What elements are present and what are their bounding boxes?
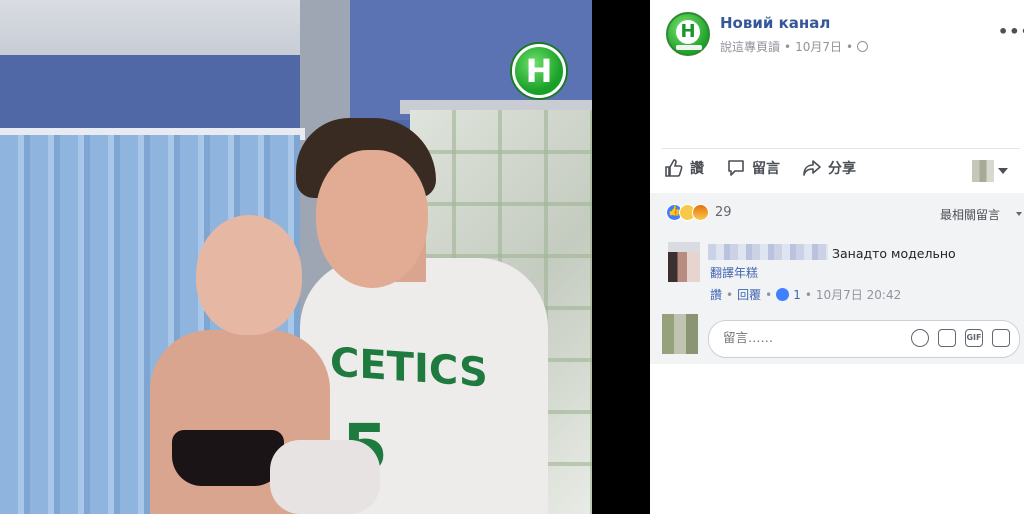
viewer-gap	[592, 0, 650, 514]
translate-link[interactable]: 翻譯年糕	[710, 264, 758, 281]
post-date[interactable]: 10月7日	[795, 38, 842, 55]
comment-input[interactable]	[723, 330, 903, 345]
comment-button[interactable]: 留言	[726, 158, 780, 178]
comment-like-count[interactable]: 1	[793, 288, 801, 302]
composer-icons: GIF	[911, 329, 1010, 347]
commenter-name-blurred[interactable]	[708, 244, 828, 260]
action-separator-3: •	[804, 287, 812, 302]
sort-caret-icon[interactable]	[1016, 212, 1022, 216]
comment-like-link[interactable]: 讚	[710, 286, 722, 303]
current-user-avatar	[662, 314, 698, 354]
photo-man-arm	[270, 440, 380, 514]
post-side-panel: Н Новий канал 說這專頁讀 • 10月7日 • ••• 讚 留言 分…	[650, 0, 1024, 514]
comment-sort-dropdown[interactable]: 最相關留言	[940, 206, 1000, 223]
comment-bubble-icon	[728, 160, 744, 176]
comment-actions: 讚 • 回覆 • 1 • 10月7日 20:42	[710, 286, 901, 303]
user-avatar	[972, 160, 994, 182]
action-separator: •	[726, 287, 734, 302]
post-meta: 說這專頁讀 • 10月7日 •	[720, 38, 869, 55]
page-avatar-letter: Н	[676, 20, 700, 44]
post-action-bar: 讚 留言 分享	[664, 158, 856, 178]
angry-reaction-icon	[692, 204, 709, 221]
page-avatar[interactable]: Н	[666, 12, 710, 56]
meta-separator-2: •	[846, 39, 854, 54]
page-avatar-strip	[676, 45, 702, 50]
gif-icon[interactable]: GIF	[965, 329, 983, 347]
comment-composer[interactable]: GIF	[708, 320, 1020, 358]
like-button[interactable]: 讚	[664, 158, 704, 178]
like-label: 讚	[690, 161, 704, 177]
share-arrow-icon	[803, 160, 821, 176]
more-options-icon[interactable]: •••	[998, 22, 1024, 41]
share-button[interactable]: 分享	[802, 158, 856, 178]
globe-icon	[857, 41, 869, 52]
comment-label: 留言	[752, 161, 780, 177]
post-photo[interactable]: CETICS 5 Н	[0, 0, 592, 514]
reaction-count: 29	[715, 205, 732, 220]
photo-woman-bra	[172, 430, 284, 486]
camera-icon[interactable]	[938, 329, 956, 347]
comment-time[interactable]: 10月7日 20:42	[816, 286, 901, 303]
divider	[662, 148, 1020, 149]
commenter-avatar[interactable]	[668, 242, 700, 282]
reactions-summary[interactable]: 👍 29	[666, 204, 732, 221]
emoji-icon[interactable]	[911, 329, 929, 347]
action-separator-2: •	[765, 287, 773, 302]
comment-reply-link[interactable]: 回覆	[737, 286, 761, 303]
sticker-icon[interactable]	[992, 329, 1010, 347]
photo-woman-head	[196, 215, 302, 335]
reaction-as-selector[interactable]	[972, 160, 1008, 182]
comment-like-icon	[776, 288, 790, 301]
share-label: 分享	[828, 161, 856, 177]
post-meta-page[interactable]: 說這專頁讀	[720, 38, 780, 55]
photo-man-head	[316, 150, 428, 288]
chevron-down-icon	[998, 168, 1008, 174]
thumbs-up-icon	[665, 159, 683, 177]
facebook-photo-viewer: CETICS 5 Н Н Новий канал 說這專頁讀 • 10月7日 •…	[0, 0, 1024, 514]
page-name-link[interactable]: Новий канал	[720, 14, 830, 32]
channel-watermark-logo: Н	[512, 44, 566, 98]
meta-separator: •	[784, 39, 792, 54]
comment-text: Занадто модельно	[832, 246, 956, 261]
